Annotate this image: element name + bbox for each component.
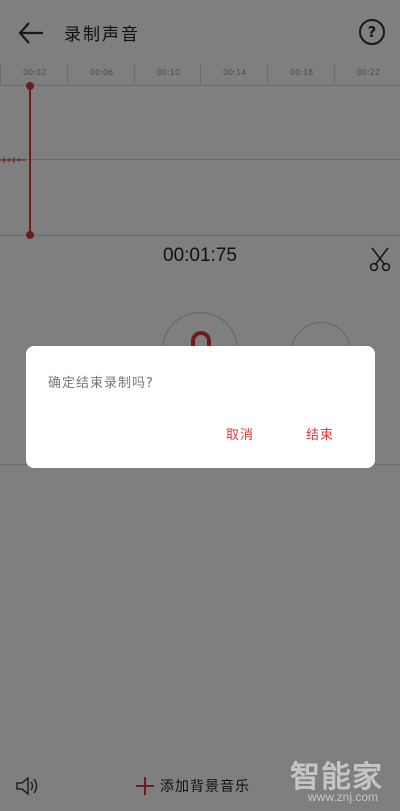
watermark: 智能家 www.znj.com — [290, 752, 394, 807]
cancel-button[interactable]: 取消 — [226, 424, 254, 443]
confirm-end-dialog: 确定结束录制吗? 取消 结束 — [26, 346, 375, 468]
watermark-url: www.znj.com — [308, 790, 379, 804]
dialog-message: 确定结束录制吗? — [48, 376, 154, 391]
end-recording-button[interactable]: 结束 — [306, 424, 334, 443]
